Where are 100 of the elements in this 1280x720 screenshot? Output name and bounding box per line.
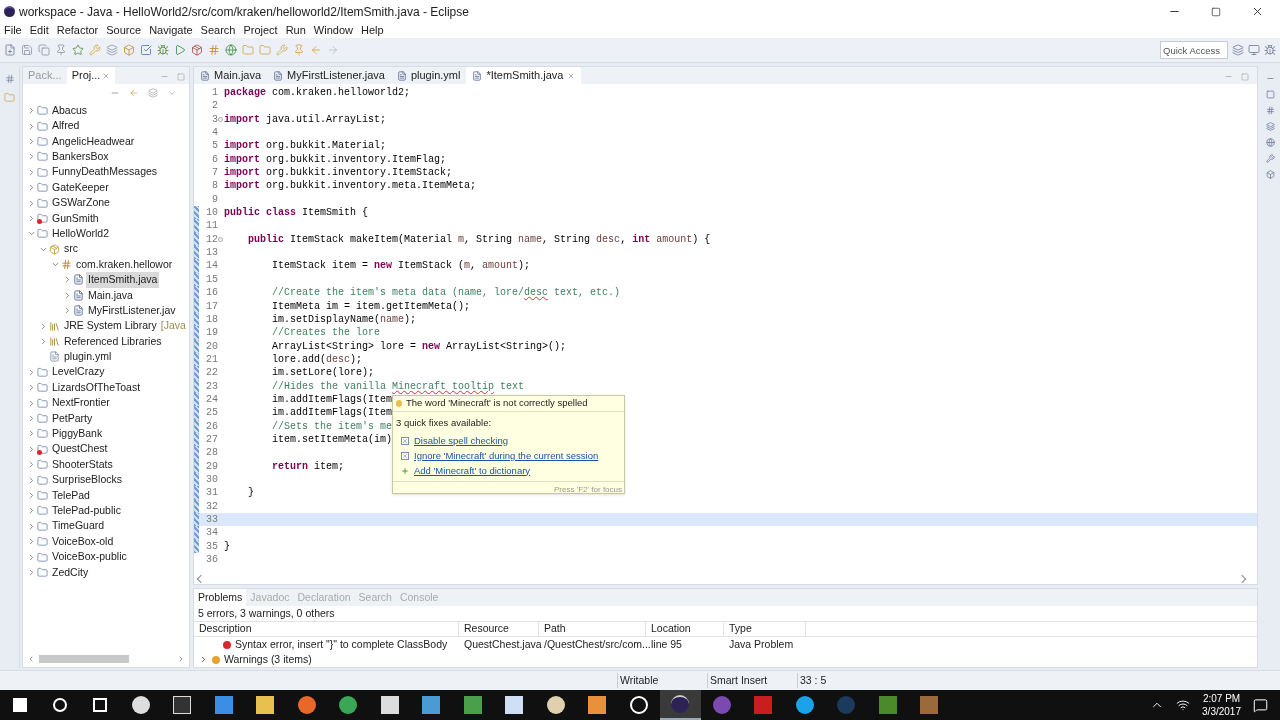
tree-item[interactable]: plugin.yml — [62, 349, 114, 365]
tree-item[interactable]: NextFrontier — [50, 395, 112, 411]
minimized-view-icon[interactable] — [4, 92, 15, 103]
pin-icon[interactable] — [55, 44, 67, 56]
fold-icon[interactable] — [218, 116, 223, 122]
collapsed-chevron-icon[interactable] — [27, 506, 36, 516]
tree-item[interactable]: SurpriseBlocks — [50, 472, 125, 488]
tree-item[interactable]: AngelicHeadwear — [50, 133, 137, 150]
tree-item[interactable]: MyFirstListener.jav — [86, 302, 178, 319]
tree-item[interactable]: PetParty — [50, 410, 95, 427]
panel-tab[interactable]: Problems — [194, 589, 247, 606]
menu-item[interactable]: Help — [357, 22, 388, 39]
menu-item[interactable]: Window — [309, 22, 357, 39]
tree-item[interactable]: VoiceBox-public — [50, 549, 129, 565]
wifi-icon[interactable] — [1176, 698, 1191, 712]
save-all-icon[interactable] — [38, 44, 50, 56]
close-icon[interactable] — [1251, 5, 1264, 18]
collapsed-chevron-icon[interactable] — [63, 290, 72, 300]
tree-item[interactable]: FunnyDeathMessages — [50, 164, 160, 181]
collapsed-chevron-icon[interactable] — [27, 414, 36, 423]
collapsed-chevron-icon[interactable] — [27, 167, 36, 177]
minimized-view-icon[interactable] — [4, 74, 15, 84]
menu-item[interactable]: File — [0, 22, 26, 39]
scroll-left-icon[interactable] — [27, 654, 35, 663]
tree-item[interactable]: ItemSmith.java — [86, 272, 160, 288]
minimized-view-icon[interactable] — [1265, 154, 1275, 163]
java-perspective-icon[interactable] — [1248, 44, 1260, 56]
tree-item[interactable]: Main.java — [86, 287, 135, 304]
collapsed-chevron-icon[interactable] — [27, 367, 36, 377]
save-icon[interactable] — [21, 44, 33, 56]
collapsed-chevron-icon[interactable] — [199, 655, 208, 664]
editor-tab[interactable]: Main.java — [194, 67, 268, 84]
tree-item[interactable]: QuestChest — [50, 441, 110, 458]
collapsed-chevron-icon[interactable] — [27, 475, 36, 485]
tree-item[interactable]: GateKeeper — [50, 179, 111, 196]
minimized-view-icon[interactable] — [1265, 106, 1275, 115]
box-icon[interactable] — [123, 44, 135, 56]
star-icon[interactable] — [72, 44, 84, 56]
menu-item[interactable]: Navigate — [145, 22, 197, 39]
tree-item[interactable]: BankersBox — [50, 149, 111, 165]
minimized-view-icon[interactable] — [1265, 170, 1275, 179]
tree-item[interactable]: GSWarZone — [50, 195, 112, 211]
search-icon[interactable] — [53, 698, 67, 712]
tree-item[interactable]: GunSmith — [50, 210, 101, 227]
collapsed-chevron-icon[interactable] — [63, 275, 72, 285]
collapsed-chevron-icon[interactable] — [63, 306, 72, 316]
quick-fix-link[interactable]: Disable spell checking — [414, 433, 508, 448]
column-header[interactable]: Location — [646, 621, 724, 637]
maximize-icon[interactable] — [1211, 6, 1221, 17]
notification-icon[interactable] — [1253, 697, 1268, 713]
editor-tab[interactable]: MyFirstListener.java — [267, 67, 391, 84]
menu-item[interactable]: Edit — [25, 22, 53, 39]
scroll-right-icon[interactable] — [177, 654, 185, 663]
tree-item[interactable]: src — [62, 241, 80, 258]
collapsed-chevron-icon[interactable] — [39, 337, 48, 347]
collapsed-chevron-icon[interactable] — [27, 198, 36, 208]
collapsed-chevron-icon[interactable] — [39, 321, 48, 331]
menu-item[interactable]: Refactor — [52, 22, 103, 39]
column-header[interactable]: Type — [724, 621, 806, 637]
back-arrow-icon[interactable] — [310, 44, 322, 56]
collapsed-chevron-icon[interactable] — [27, 213, 36, 223]
minimized-view-icon[interactable] — [1265, 122, 1275, 131]
tree-item[interactable]: Referenced Libraries — [62, 333, 164, 350]
collapsed-chevron-icon[interactable] — [27, 490, 36, 500]
task-view-icon[interactable] — [93, 698, 107, 712]
view-menu-icon[interactable] — [167, 88, 177, 98]
tree-item[interactable]: ZedCity — [50, 564, 91, 581]
view-tab[interactable]: Proj... — [66, 67, 116, 84]
debug-perspective-icon[interactable] — [1264, 44, 1276, 56]
debug-icon[interactable] — [157, 44, 169, 56]
filter-icon[interactable] — [148, 88, 158, 98]
collapsed-chevron-icon[interactable] — [27, 121, 36, 131]
horizontal-scrollbar[interactable] — [27, 653, 185, 664]
tree-item[interactable]: Alfred — [50, 118, 82, 134]
collapsed-chevron-icon[interactable] — [27, 444, 36, 454]
quick-fix-link[interactable]: Ignore 'Minecraft' during the current session — [414, 448, 599, 463]
tree-item[interactable]: JRE System Library — [62, 318, 159, 335]
collapsed-chevron-icon[interactable] — [27, 383, 36, 393]
column-header[interactable]: Path — [539, 621, 646, 637]
collapsed-chevron-icon[interactable] — [27, 552, 36, 562]
run-icon[interactable] — [174, 44, 186, 56]
quick-fix-link[interactable]: Add 'Minecraft' to dictionary — [414, 463, 531, 478]
circle-app-icon[interactable] — [629, 696, 648, 714]
collapsed-chevron-icon[interactable] — [27, 537, 36, 547]
collapsed-chevron-icon[interactable] — [27, 429, 36, 439]
tree-item[interactable]: TimeGuard — [50, 518, 107, 535]
tree-item[interactable]: HelloWorld2 — [50, 225, 111, 242]
perspective-icon[interactable] — [1232, 44, 1244, 56]
menu-item[interactable]: Source — [102, 22, 146, 39]
collapsed-chevron-icon[interactable] — [27, 398, 36, 408]
column-header[interactable]: Resource — [459, 621, 539, 637]
tree-item[interactable]: VoiceBox-old — [50, 533, 116, 550]
collapsed-chevron-icon[interactable] — [27, 460, 36, 470]
tree-item[interactable]: LizardsOfTheToast — [50, 379, 143, 396]
quick-access-field[interactable]: Quick Access — [1160, 41, 1228, 59]
minimized-view-icon[interactable] — [1265, 138, 1275, 147]
collapsed-chevron-icon[interactable] — [27, 183, 36, 193]
editor-tab[interactable]: *ItemSmith.java — [466, 67, 582, 84]
column-header[interactable]: Description — [194, 621, 459, 637]
layers-icon[interactable] — [106, 44, 118, 56]
